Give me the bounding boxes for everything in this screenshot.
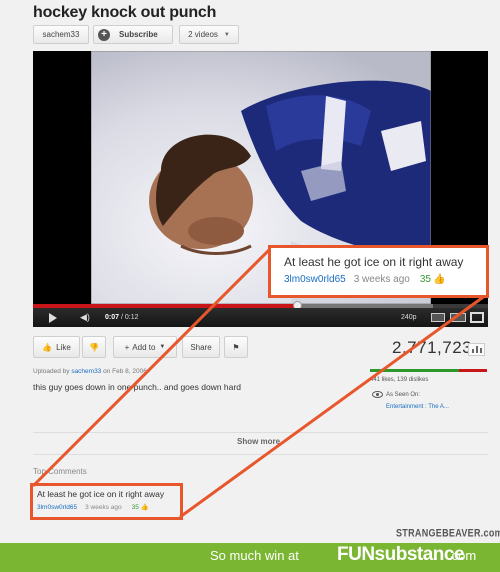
top-comment-item: At least he got ice on it right away 3lm… [30,483,183,520]
uploader-link[interactable]: sachem33 [71,368,101,375]
like-ratio-fill [370,369,459,372]
eye-icon [372,391,383,398]
comment-text: At least he got ice on it right away [284,255,464,269]
time-total: / 0:12 [120,314,139,321]
comment-meta: 3lm0sw0rld65 3 weeks ago 35 👍 [37,503,149,511]
banner-brand: FUNsubstance [337,544,465,565]
like-ratio-bar [370,369,487,372]
videos-label: 2 videos [188,30,218,39]
stats-icon[interactable] [468,343,485,356]
comment-likes: 35 [419,274,431,285]
divider [33,432,488,433]
add-to-button[interactable]: + Add to ▼ [113,336,177,358]
comment-age: 3 weeks ago [353,274,410,285]
chevron-down-icon: ▼ [223,31,230,38]
subscribe-label: Subscribe [119,30,158,39]
small-player-icon[interactable] [431,313,445,322]
fullscreen-icon[interactable] [470,312,484,323]
quality-selector[interactable]: 240p [401,314,417,321]
view-count: 2,771,723 [392,338,473,357]
seen-on-label: As Seen On: [386,392,421,398]
subscribe-button[interactable]: + Subscribe [93,25,173,44]
banner-tld: .com [448,548,477,563]
time-current: 0:07 [105,314,120,321]
chevron-down-icon: ▼ [159,344,166,350]
volume-icon[interactable]: ◀) [80,312,90,323]
strangebeaver-watermark: STRANGEBEAVER.com [396,527,500,539]
highlighted-comment-zoom: At least he got ice on it right away 3lm… [268,245,489,298]
uploaded-prefix: Uploaded by [33,368,70,375]
show-more-link[interactable]: Show more [237,437,280,446]
player-controls: ◀) 0:07 / 0:12 240p [33,308,488,327]
flag-icon: ⚑ [232,342,240,352]
comment-text: At least he got ice on it right away [37,489,165,499]
channel-button[interactable]: sachem33 [33,25,89,44]
funsubstance-banner[interactable]: So much win at FUNsubstance .com [0,543,500,572]
thumbs-up-icon: 👍 [42,342,53,352]
large-player-icon[interactable] [450,313,466,322]
like-button[interactable]: 👍 Like [33,336,80,358]
comment-likes: 35 [131,504,139,511]
likes-dislikes-count: 441 likes, 139 dislikes [370,377,429,383]
comment-user-link[interactable]: 3lm0sw0rld65 [284,274,346,285]
time-display: 0:07 / 0:12 [105,314,138,321]
comment-age: 3 weeks ago [85,504,122,511]
video-title: hockey knock out punch [33,4,217,21]
plus-icon: + [124,342,130,352]
uploaded-info: Uploaded by sachem33 on Feb 8, 2006 [33,368,147,375]
add-to-label: Add to [132,342,156,352]
play-icon[interactable] [49,313,57,323]
top-comments-heading: Top Comments [33,467,87,476]
share-button[interactable]: Share [182,336,220,358]
comment-user-link[interactable]: 3lm0sw0rld65 [37,504,77,511]
divider [33,454,488,455]
like-label: Like [56,342,71,352]
flag-button[interactable]: ⚑ [224,336,248,358]
videos-dropdown[interactable]: 2 videos ▼ [179,25,239,44]
thumbs-up-icon[interactable]: 👍 [433,274,445,285]
plus-icon: + [98,28,110,41]
seen-on-link[interactable]: Entertainment : The A... [386,404,449,410]
video-description: this guy goes down in one punch.. and go… [33,382,241,392]
thumbs-up-icon[interactable]: 👍 [141,503,149,511]
upload-date: on Feb 8, 2006 [103,368,147,375]
banner-text: So much win at [210,548,299,563]
dislike-button[interactable]: 👎 [82,336,106,358]
thumbs-down-icon: 👎 [89,342,99,352]
comment-meta: 3lm0sw0rld65 3 weeks ago 35 👍 [284,274,445,285]
